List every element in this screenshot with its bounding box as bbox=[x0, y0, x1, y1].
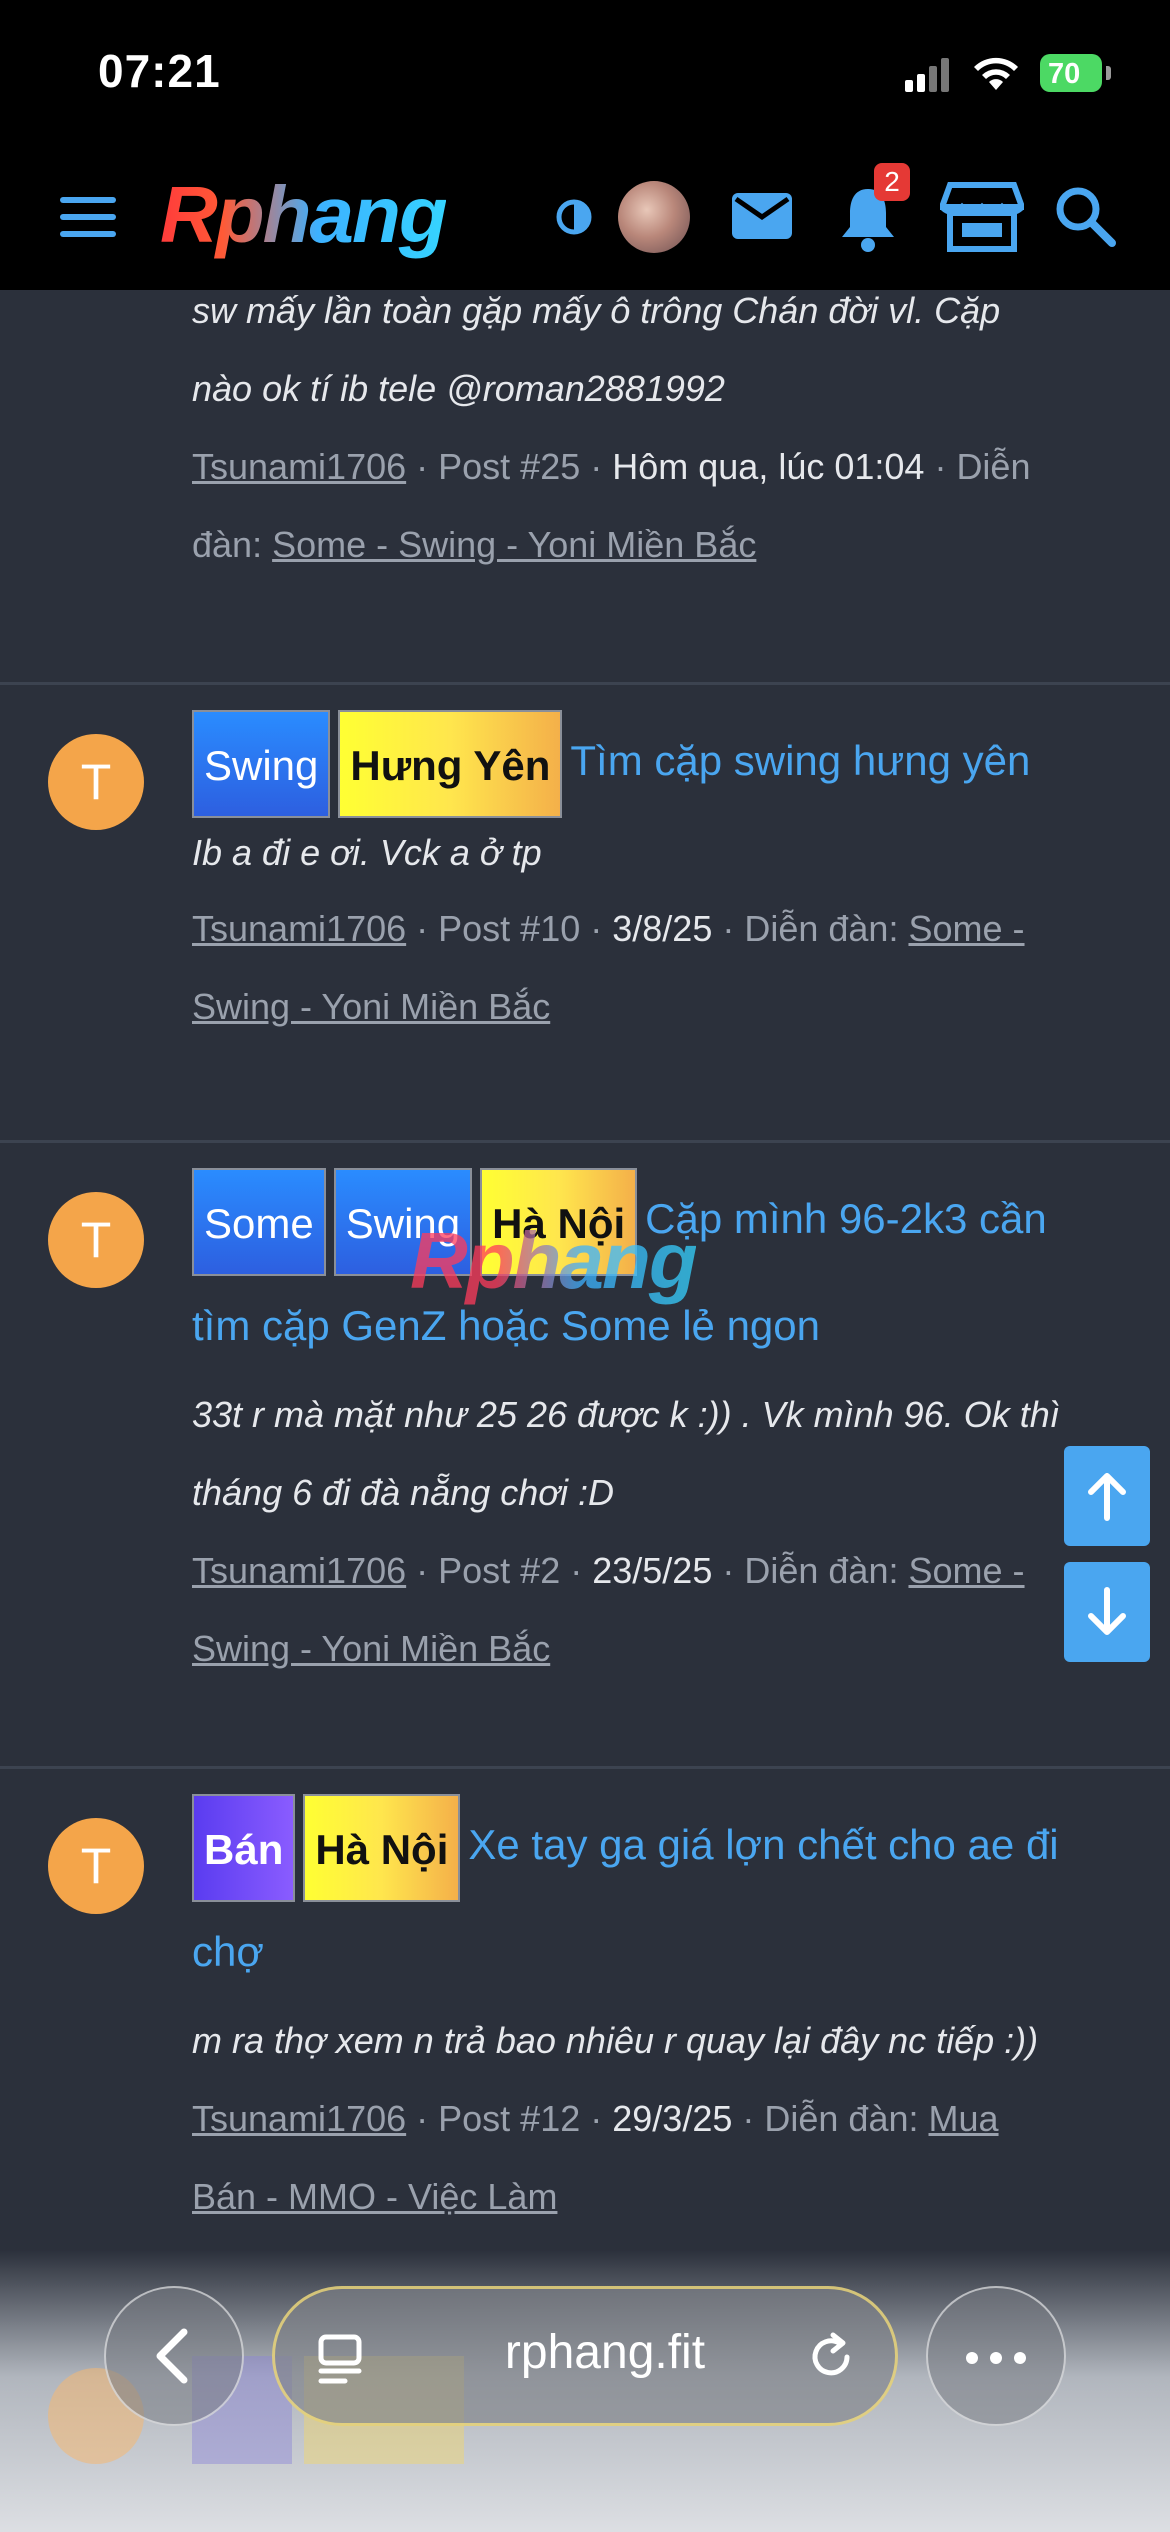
result-meta-line2: Swing - Yoni Miền Bắc bbox=[192, 968, 1122, 1046]
battery-level: 70 bbox=[1048, 58, 1081, 90]
status-bar: 07:21 70 bbox=[0, 0, 1170, 145]
result-body: Bán Hà Nội Xe tay ga giá lợn chết cho ae đ… bbox=[192, 1794, 1122, 2236]
scroll-down-button[interactable] bbox=[1064, 1562, 1150, 1662]
mail-icon[interactable] bbox=[730, 189, 794, 243]
post-number: Post #2 bbox=[438, 1550, 561, 1591]
result-title: Swing Hưng Yên Tìm cặp swing hưng yên bbox=[192, 710, 1122, 818]
tag-swing[interactable]: Swing bbox=[192, 710, 331, 818]
post-date: 3/8/25 bbox=[612, 908, 713, 949]
forum-link-cont[interactable]: Swing - Yoni Miền Bắc bbox=[192, 1628, 550, 1669]
result-title-link-cont[interactable]: chợ bbox=[192, 1928, 264, 1975]
result-meta-line2: Swing - Yoni Miền Bắc bbox=[192, 1610, 1122, 1688]
avatar[interactable]: T bbox=[48, 1192, 144, 1288]
post-date: Hôm qua, lúc 01:04 bbox=[612, 446, 925, 487]
user-avatar[interactable] bbox=[618, 181, 690, 253]
dot bbox=[990, 2352, 1002, 2364]
result-meta: Tsunami1706 · Post #10 · 3/8/25 · Diễn đ… bbox=[192, 908, 1025, 949]
result-title-link[interactable]: Tìm cặp swing hưng yên bbox=[570, 737, 1030, 784]
status-time: 07:21 bbox=[98, 45, 221, 97]
scroll-up-button[interactable] bbox=[1064, 1446, 1150, 1546]
watermark-logo: Rphang bbox=[410, 1216, 698, 1305]
result-snippet-line: nào ok tí ib tele @roman2881992 bbox=[192, 368, 725, 409]
result-meta: Tsunami1706 · Post #2 · 23/5/25 · Diễn đ… bbox=[192, 1550, 1025, 1591]
result-title: Bán Hà Nội Xe tay ga giá lợn chết cho ae đ… bbox=[192, 1794, 1122, 1902]
store-icon[interactable] bbox=[940, 181, 1024, 253]
result-title-link[interactable]: Xe tay ga giá lợn chết cho ae đi bbox=[468, 1821, 1058, 1868]
tag-sale[interactable]: Bán bbox=[192, 1794, 296, 1902]
battery-cap bbox=[1106, 66, 1111, 80]
theme-toggle-icon[interactable] bbox=[556, 199, 592, 235]
forum-label: Diễn đàn: bbox=[764, 2098, 919, 2139]
result-snippet-line: Ib a đi e ơi. Vck a ở tp bbox=[192, 832, 542, 873]
forum-label-cont: đàn: bbox=[192, 524, 263, 565]
tag-location[interactable]: Hà Nội bbox=[303, 1794, 461, 1902]
dot bbox=[966, 2352, 978, 2364]
more-options-button[interactable] bbox=[926, 2286, 1066, 2426]
post-date: 29/3/25 bbox=[612, 2098, 733, 2139]
result-body: Swing Hưng Yên Tìm cặp swing hưng yên Ib a… bbox=[192, 710, 1122, 1046]
chevron-left-icon bbox=[156, 2328, 188, 2384]
dot bbox=[1014, 2352, 1026, 2364]
forum-label: Diễn đàn: bbox=[744, 1550, 899, 1591]
avatar[interactable]: T bbox=[48, 734, 144, 830]
notification-badge: 2 bbox=[874, 163, 910, 201]
author-link[interactable]: Tsunami1706 bbox=[192, 2098, 406, 2139]
forum-link[interactable]: Some - Swing - Yoni Miền Bắc bbox=[272, 524, 756, 565]
divider bbox=[0, 1766, 1170, 1769]
wifi-icon bbox=[974, 57, 1018, 90]
post-number: Post #25 bbox=[438, 446, 581, 487]
forum-link-cont[interactable]: Swing - Yoni Miền Bắc bbox=[192, 986, 550, 1027]
address-bar[interactable]: rphang.fit bbox=[272, 2286, 898, 2426]
forum-link[interactable]: Some - bbox=[908, 908, 1024, 949]
result-snippet-line: sw mấy lần toàn gặp mấy ô trông Chán đời… bbox=[192, 290, 1001, 331]
forum-link[interactable]: Some - bbox=[908, 1550, 1024, 1591]
menu-icon[interactable] bbox=[60, 197, 116, 237]
result-snippet-line: tháng 6 đi đà nẵng chơi :D bbox=[192, 1472, 615, 1513]
result-snippet-line: 33t r mà mặt như 25 26 được k :)) . Vk m… bbox=[192, 1394, 1060, 1435]
post-date: 23/5/25 bbox=[592, 1550, 713, 1591]
reload-icon[interactable] bbox=[803, 2329, 859, 2385]
search-icon[interactable] bbox=[1054, 185, 1116, 247]
post-number: Post #10 bbox=[438, 908, 581, 949]
partial-result-body: sw mấy lần toàn gặp mấy ô trông Chán đời… bbox=[192, 272, 1122, 584]
app-header: Rphang 2 bbox=[0, 145, 1170, 290]
result-snippet-line: m ra thợ xem n trả bao nhiêu r quay lại … bbox=[192, 2020, 1039, 2061]
result-meta-line2: đàn: Some - Swing - Yoni Miền Bắc bbox=[192, 506, 1122, 584]
tag-some[interactable]: Some bbox=[192, 1168, 326, 1276]
result-meta: Tsunami1706 · Post #25 · Hôm qua, lúc 01… bbox=[192, 446, 1031, 487]
signal-icon bbox=[905, 58, 951, 92]
post-number: Post #12 bbox=[438, 2098, 581, 2139]
author-link[interactable]: Tsunami1706 bbox=[192, 446, 406, 487]
site-logo[interactable]: Rphang bbox=[160, 169, 448, 261]
forum-label: Diễn đàn: bbox=[744, 908, 899, 949]
page-menu-icon[interactable] bbox=[315, 2333, 365, 2385]
forum-label: Diễn bbox=[956, 446, 1031, 487]
author-link[interactable]: Tsunami1706 bbox=[192, 908, 406, 949]
result-meta-line2: Bán - MMO - Việc Làm bbox=[192, 2158, 1122, 2236]
browser-back-button[interactable] bbox=[104, 2286, 244, 2426]
arrow-up-icon bbox=[1088, 1473, 1126, 1521]
arrow-down-icon bbox=[1088, 1587, 1126, 1635]
divider bbox=[0, 1140, 1170, 1143]
url-text[interactable]: rphang.fit bbox=[475, 2325, 735, 2380]
result-title-link-cont[interactable]: tìm cặp GenZ hoặc Some lẻ ngon bbox=[192, 1302, 820, 1349]
result-title-cont: chợ bbox=[192, 1902, 1122, 2002]
avatar[interactable]: T bbox=[48, 1818, 144, 1914]
forum-link[interactable]: Mua bbox=[929, 2098, 999, 2139]
forum-link-cont[interactable]: Bán - MMO - Việc Làm bbox=[192, 2176, 557, 2217]
search-results: sw mấy lần toàn gặp mấy ô trông Chán đời… bbox=[0, 290, 1170, 2532]
result-title-link[interactable]: Cặp mình 96-2k3 cần bbox=[645, 1195, 1047, 1242]
result-meta: Tsunami1706 · Post #12 · 29/3/25 · Diễn … bbox=[192, 2098, 999, 2139]
author-link[interactable]: Tsunami1706 bbox=[192, 1550, 406, 1591]
tag-location[interactable]: Hưng Yên bbox=[338, 710, 563, 818]
battery-icon: 70 bbox=[1040, 54, 1102, 92]
divider bbox=[0, 682, 1170, 685]
